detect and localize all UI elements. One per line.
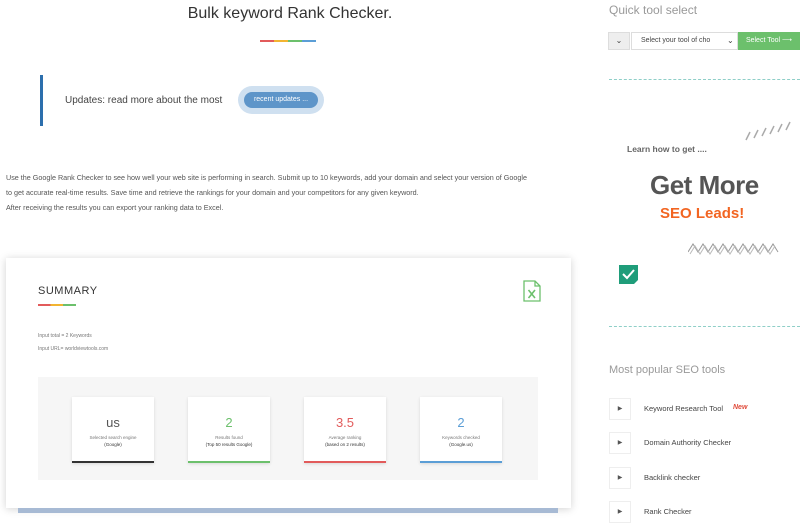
- stat-accent-line: [188, 461, 270, 463]
- popular-tool-label: Keyword Research Tool: [644, 404, 724, 413]
- excel-icon[interactable]: [522, 280, 542, 302]
- checkmark-badge-icon: [619, 265, 638, 284]
- stat-sublabel: (based on 2 results): [325, 442, 365, 447]
- stat-search-engine: us Selected search engine (Google): [72, 397, 154, 463]
- ad-subheadline: SEO Leads!: [660, 205, 745, 222]
- stat-label: Selected search engine: [89, 435, 137, 440]
- description-line: to get accurate real-time results. Save …: [6, 188, 419, 197]
- arrow-right-icon: ▶: [609, 398, 631, 420]
- popular-tool-label: Backlink checker: [644, 473, 701, 482]
- stat-label: Keywords checked: [442, 435, 480, 440]
- stat-accent-line: [420, 461, 502, 463]
- slashes-decoration-icon: [745, 121, 791, 141]
- description-line: Use the Google Rank Checker to see how w…: [6, 173, 527, 182]
- stat-value: 3.5: [335, 415, 355, 430]
- stat-label: Average ranking: [328, 435, 362, 440]
- new-badge: New: [733, 404, 748, 411]
- stat-keywords-checked: 2 Keywords checked (Google.us): [420, 397, 502, 463]
- page-title: Bulk keyword Rank Checker.: [187, 5, 393, 22]
- popular-tool-item[interactable]: ▶ Backlink checker: [609, 467, 800, 489]
- popular-tool-item[interactable]: ▶ Keyword Research Tool New: [609, 398, 800, 420]
- stat-accent-line: [72, 461, 154, 463]
- stat-value: 2: [225, 415, 233, 430]
- arrow-right-icon: ▶: [609, 501, 631, 523]
- popular-tool-label: Rank Checker: [644, 507, 692, 516]
- updates-accent-bar: [40, 75, 43, 126]
- stat-accent-line: [304, 461, 386, 463]
- description: Use the Google Rank Checker to see how w…: [6, 170, 586, 215]
- zigzag-decoration-icon: [688, 243, 779, 255]
- popular-tool-item[interactable]: ▶ Domain Authority Checker: [609, 432, 800, 454]
- select-tool-button[interactable]: Select Tool ⟶: [738, 32, 800, 50]
- stat-sublabel: (Google): [104, 442, 122, 447]
- popular-tools-title: Most popular SEO tools: [609, 364, 726, 376]
- stat-sublabel: (Google.us): [449, 442, 473, 447]
- updates-text: Updates: read more about the most: [65, 95, 223, 106]
- popular-tool-item[interactable]: ▶ Rank Checker: [609, 501, 800, 523]
- quick-tool-title: Quick tool select: [609, 3, 698, 17]
- arrow-right-icon: ▶: [609, 467, 631, 489]
- tool-select[interactable]: Select your tool of cho: [631, 32, 738, 50]
- stat-value: 2: [457, 415, 465, 430]
- summary-card-footer-bar: [18, 508, 558, 513]
- arrow-right-icon: ▶: [609, 432, 631, 454]
- recent-updates-button[interactable]: recent updates ...: [244, 92, 318, 108]
- summary-underline: [38, 304, 76, 306]
- divider: [609, 326, 800, 327]
- divider: [609, 79, 800, 80]
- stat-value: us: [106, 415, 120, 430]
- select-caret-icon: ⌄: [727, 36, 734, 45]
- title-underline: [260, 40, 316, 42]
- summary-title: SUMMARY: [38, 285, 98, 297]
- ad-headline: Get More: [650, 170, 759, 200]
- stat-label: Results found: [215, 435, 243, 440]
- popular-tool-label: Domain Authority Checker: [644, 438, 732, 447]
- stat-sublabel: (Top 50 results Google): [205, 442, 253, 447]
- stat-results-found: 2 Results found (Top 50 results Google): [188, 397, 270, 463]
- ad-learn-text: Learn how to get ....: [627, 144, 707, 154]
- chevron-down-icon[interactable]: ⌄: [608, 32, 630, 50]
- input-url: Input URL= worldviewtools.com: [38, 346, 109, 352]
- description-line: After receiving the results you can expo…: [6, 203, 224, 212]
- input-total: Input total = 2 Keywords: [38, 333, 92, 339]
- stat-average-ranking: 3.5 Average ranking (based on 2 results): [304, 397, 386, 463]
